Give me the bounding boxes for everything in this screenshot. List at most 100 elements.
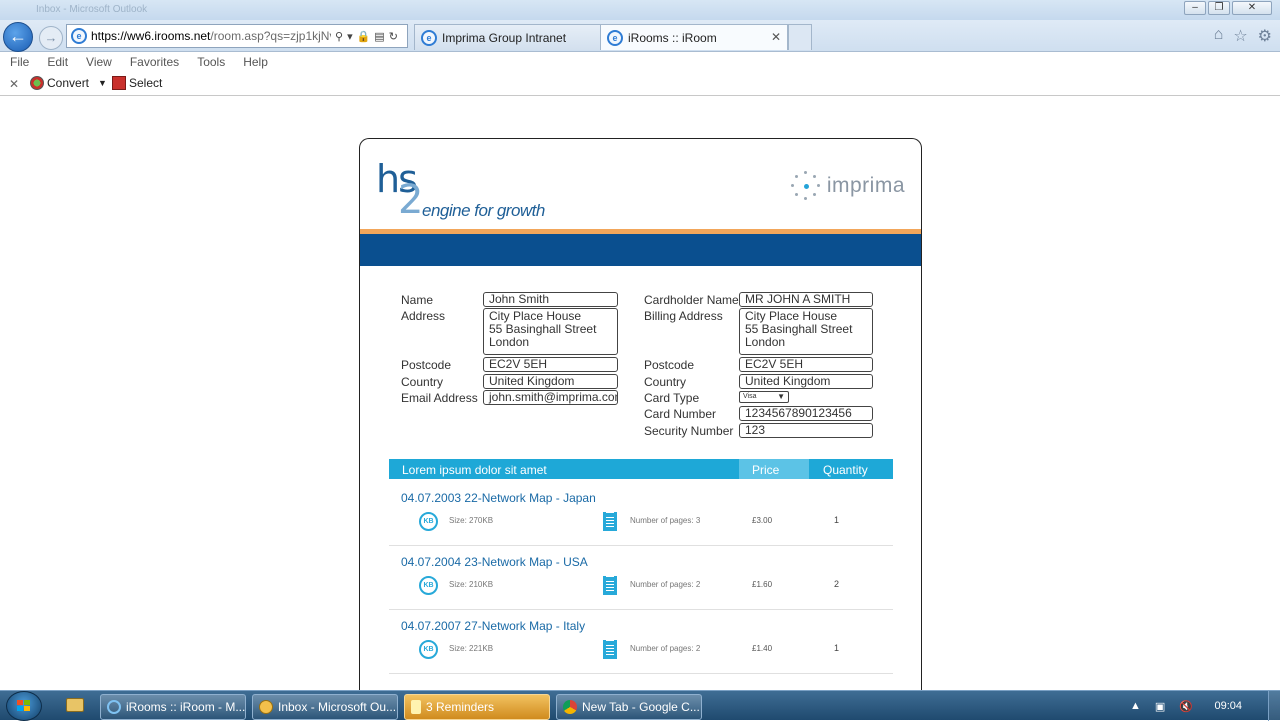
convert-label: Convert xyxy=(47,76,90,90)
volume-muted-icon[interactable]: 🔇 xyxy=(1179,700,1193,713)
ie-icon xyxy=(107,700,121,714)
back-button[interactable]: ← xyxy=(3,22,33,52)
table-row: 04.07.2004 23-Network Map - USA KB Size:… xyxy=(389,546,893,610)
home-icon[interactable]: ⌂ xyxy=(1214,26,1224,46)
taskbar-item-label: Inbox - Microsoft Ou... xyxy=(278,700,397,714)
menu-view[interactable]: View xyxy=(86,52,112,72)
pdf-select-icon xyxy=(112,76,126,90)
windows-logo-icon xyxy=(17,700,31,713)
address-label: Address xyxy=(401,309,446,323)
forward-button[interactable]: → xyxy=(39,26,63,50)
item-title-link[interactable]: 04.07.2007 27-Network Map - Italy xyxy=(401,619,585,633)
imprima-logo-text: imprima xyxy=(826,174,905,197)
search-icon[interactable]: ⚲ xyxy=(335,30,343,43)
tab-iroom[interactable]: e iRooms :: iRoom ✕ xyxy=(600,24,788,50)
ie-tab-icon: e xyxy=(421,29,437,46)
item-pages: Number of pages: 2 xyxy=(630,644,701,653)
card-type-select[interactable]: Visa ▼ xyxy=(739,391,789,403)
pdf-toolbar: ✕ Convert ▼ Select xyxy=(0,72,1280,96)
select-label: Select xyxy=(129,76,163,90)
select-button[interactable]: Select xyxy=(112,76,162,90)
chevron-down-icon[interactable]: ▼ xyxy=(98,78,107,88)
close-tab-icon[interactable]: ✕ xyxy=(771,30,781,44)
name-field[interactable]: John Smith xyxy=(483,292,618,307)
bell-icon xyxy=(411,700,421,714)
item-size: Size: 210KB xyxy=(449,580,494,589)
tab-label: iRooms :: iRoom xyxy=(628,30,717,45)
country-field[interactable]: United Kingdom xyxy=(483,374,618,389)
kb-icon: KB xyxy=(419,576,438,595)
cardholder-field[interactable]: MR JOHN A SMITH xyxy=(739,292,873,307)
window-titlebar: Inbox - Microsoft Outlook – ❐ ✕ xyxy=(0,0,1280,20)
ie-page-icon: e xyxy=(71,28,87,44)
imprima-logo: imprima xyxy=(790,171,905,201)
document-icon xyxy=(603,576,617,595)
convert-button[interactable]: Convert ▼ xyxy=(30,76,107,90)
url-text: https://ww6.irooms.net/room.asp?qs=zjp1k… xyxy=(91,29,331,43)
outlook-icon xyxy=(259,700,273,714)
taskbar-item-outlook[interactable]: Inbox - Microsoft Ou... xyxy=(252,694,398,720)
taskbar-item-reminders[interactable]: 3 Reminders xyxy=(404,694,550,720)
explorer-folder-icon[interactable] xyxy=(66,698,84,712)
restore-button[interactable]: ❐ xyxy=(1208,1,1230,15)
billing-address-label: Billing Address xyxy=(644,309,723,323)
dropdown-icon[interactable]: ▾ xyxy=(347,30,353,43)
network-icon[interactable]: ▣ xyxy=(1155,700,1165,713)
card-type-value: Visa xyxy=(743,393,757,400)
card-number-label: Card Number xyxy=(644,407,717,421)
header-quantity: Quantity xyxy=(823,463,868,477)
taskbar-item-iroom[interactable]: iRooms :: iRoom - M... xyxy=(100,694,246,720)
name-label: Name xyxy=(401,293,434,307)
item-title-link[interactable]: 04.07.2003 22-Network Map - Japan xyxy=(401,491,596,505)
taskbar-item-chrome[interactable]: New Tab - Google C... xyxy=(556,694,702,720)
menu-tools[interactable]: Tools xyxy=(197,52,225,72)
favorites-star-icon[interactable]: ☆ xyxy=(1233,26,1247,46)
address-field[interactable]: City Place House 55 Basinghall Street Lo… xyxy=(483,308,618,355)
billing-address-field[interactable]: City Place House 55 Basinghall Street Lo… xyxy=(739,308,873,355)
chevron-down-icon: ▼ xyxy=(777,392,785,401)
window-title: Inbox - Microsoft Outlook xyxy=(36,4,148,15)
card-number-field[interactable]: 1234567890123456 xyxy=(739,406,873,421)
billing-postcode-label: Postcode xyxy=(644,358,695,372)
refresh-icon[interactable]: ↻ xyxy=(389,30,398,43)
table-row: 04.07.2007 27-Network Map - Italy KB Siz… xyxy=(389,610,893,674)
close-window-button[interactable]: ✕ xyxy=(1232,1,1272,15)
tab-label: Imprima Group Intranet xyxy=(442,30,567,45)
security-field[interactable]: 123 xyxy=(739,423,873,438)
kb-icon: KB xyxy=(419,640,438,659)
lock-icon[interactable]: 🔒 xyxy=(357,30,371,43)
cardholder-label: Cardholder Name xyxy=(644,293,739,307)
postcode-field[interactable]: EC2V 5EH xyxy=(483,357,618,372)
start-button[interactable] xyxy=(6,691,42,721)
item-title-link[interactable]: 04.07.2004 23-Network Map - USA xyxy=(401,555,588,569)
logo-tagline: engine for growth xyxy=(422,201,545,220)
chrome-icon xyxy=(563,700,577,714)
billing-postcode-field[interactable]: EC2V 5EH xyxy=(739,357,873,372)
item-size: Size: 270KB xyxy=(449,516,494,525)
taskbar-item-label: iRooms :: iRoom - M... xyxy=(126,700,246,714)
taskbar-item-label: New Tab - Google C... xyxy=(582,700,700,714)
show-desktop-button[interactable] xyxy=(1268,691,1280,721)
table-row: 04.07.2003 22-Network Map - Japan KB Siz… xyxy=(389,482,893,546)
compat-icon[interactable]: ▤ xyxy=(374,30,384,43)
minimize-button[interactable]: – xyxy=(1184,1,1206,15)
tray-expand-icon[interactable]: ▲ xyxy=(1130,700,1141,712)
browser-right-icons: ⌂ ☆ ⚙ xyxy=(1214,26,1272,46)
tab-intranet[interactable]: e Imprima Group Intranet xyxy=(414,24,602,50)
address-bar[interactable]: e https://ww6.irooms.net/room.asp?qs=zjp… xyxy=(66,24,408,48)
menu-favorites[interactable]: Favorites xyxy=(130,52,179,72)
taskbar-clock[interactable]: 09:04 xyxy=(1214,700,1242,712)
menu-help[interactable]: Help xyxy=(243,52,268,72)
menu-file[interactable]: File xyxy=(10,52,29,72)
email-field[interactable]: john.smith@imprima.com xyxy=(483,390,618,405)
item-price: £1.40 xyxy=(752,644,773,653)
window-controls: – ❐ ✕ xyxy=(1184,1,1272,15)
close-toolbar-icon[interactable]: ✕ xyxy=(9,77,19,91)
item-price: £3.00 xyxy=(752,516,773,525)
billing-country-field[interactable]: United Kingdom xyxy=(739,374,873,389)
gear-icon[interactable]: ⚙ xyxy=(1258,26,1272,46)
new-tab-button[interactable] xyxy=(788,24,812,50)
menu-edit[interactable]: Edit xyxy=(47,52,68,72)
kb-icon: KB xyxy=(419,512,438,531)
document-icon xyxy=(603,640,617,659)
